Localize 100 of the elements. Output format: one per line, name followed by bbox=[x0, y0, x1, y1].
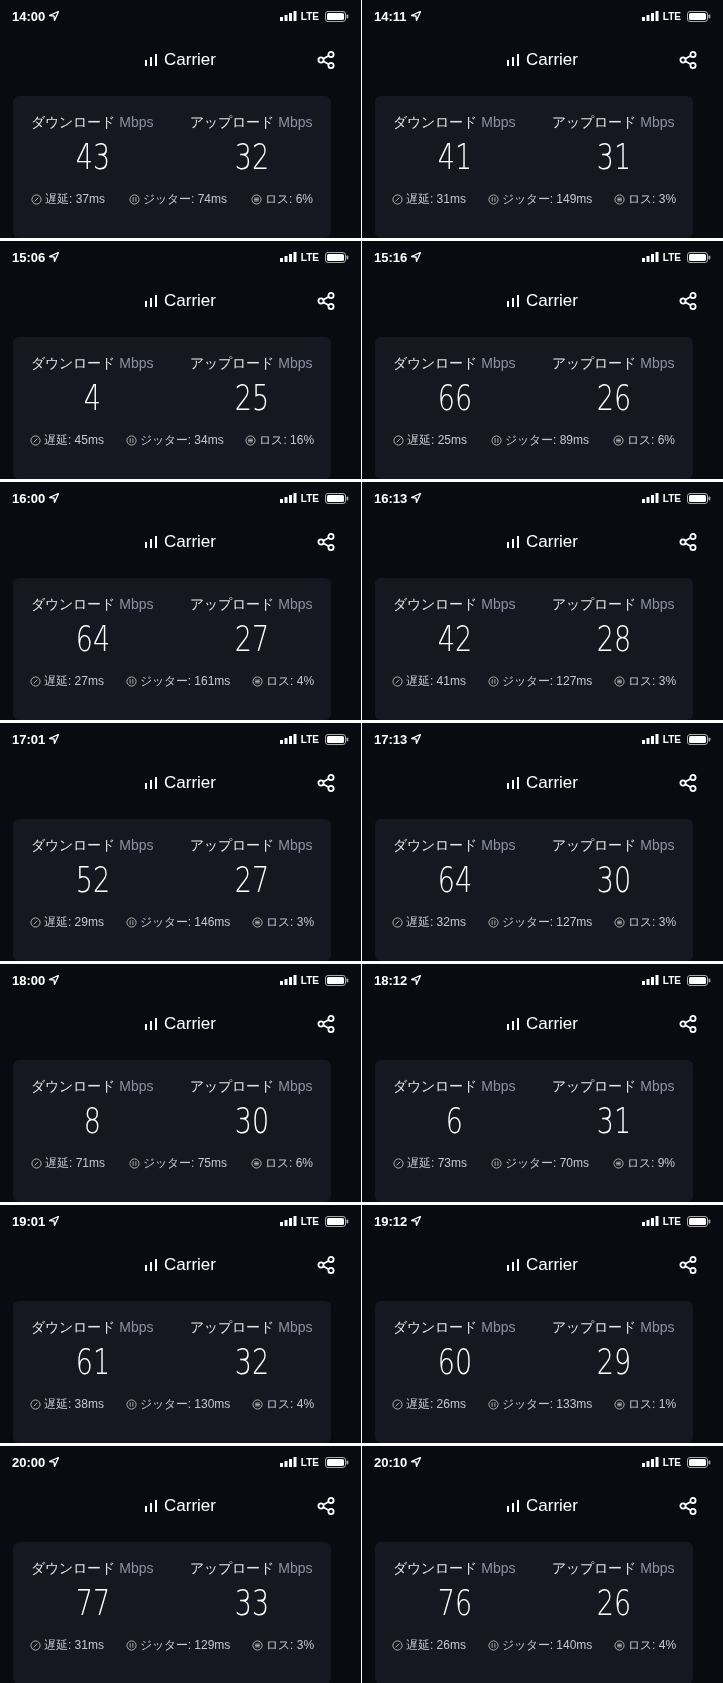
share-icon[interactable] bbox=[679, 292, 697, 310]
signal-bars-icon bbox=[507, 1500, 520, 1512]
network-type: LTE bbox=[662, 1456, 681, 1468]
jitter-value: ジッター: 75ms bbox=[143, 1155, 227, 1172]
status-time: 20:00 bbox=[12, 1454, 46, 1470]
loss-value: ロス: 16% bbox=[259, 432, 315, 449]
location-arrow-icon bbox=[411, 252, 422, 262]
share-icon[interactable] bbox=[679, 1015, 697, 1033]
share-icon[interactable] bbox=[317, 1015, 335, 1033]
latency-icon bbox=[393, 1158, 404, 1169]
download-label: ダウンロード Mbps bbox=[393, 837, 516, 855]
carrier-name: Carrier bbox=[526, 532, 578, 552]
upload-speed: 27 bbox=[234, 618, 269, 659]
download-speed: 76 bbox=[437, 1582, 472, 1623]
latency-value: 遅延: 73ms bbox=[407, 1155, 467, 1172]
status-time: 15:16 bbox=[374, 249, 408, 265]
location-arrow-icon bbox=[49, 493, 60, 503]
carrier-name: Carrier bbox=[526, 291, 578, 311]
carrier-name: Carrier bbox=[164, 1255, 216, 1275]
download-speed: 43 bbox=[75, 136, 110, 177]
loss-value: ロス: 3% bbox=[266, 1637, 315, 1654]
network-type: LTE bbox=[662, 251, 681, 263]
signal-bars-icon bbox=[145, 295, 158, 307]
battery-icon bbox=[325, 1456, 349, 1468]
share-icon[interactable] bbox=[317, 1497, 335, 1515]
share-icon[interactable] bbox=[679, 533, 697, 551]
share-icon[interactable] bbox=[317, 292, 335, 310]
network-type: LTE bbox=[662, 733, 681, 745]
download-speed: 66 bbox=[437, 377, 472, 418]
upload-label: アップロード Mbps bbox=[190, 837, 313, 855]
signal-icon bbox=[641, 1457, 659, 1467]
latency-icon bbox=[391, 676, 403, 687]
latency-value: 遅延: 27ms bbox=[43, 673, 104, 690]
jitter-icon bbox=[491, 435, 502, 446]
loss-icon bbox=[252, 917, 264, 928]
share-icon[interactable] bbox=[317, 533, 335, 551]
latency-icon bbox=[391, 1399, 403, 1410]
signal-bars-icon bbox=[145, 1500, 158, 1512]
upload-label: アップロード Mbps bbox=[190, 596, 313, 614]
share-icon[interactable] bbox=[679, 774, 697, 792]
signal-bars-icon bbox=[507, 295, 520, 307]
share-icon[interactable] bbox=[317, 51, 335, 69]
carrier-name: Carrier bbox=[164, 1014, 216, 1034]
upload-label: アップロード Mbps bbox=[552, 596, 675, 614]
download-speed: 52 bbox=[75, 859, 110, 900]
jitter-icon bbox=[125, 676, 137, 687]
jitter-value: ジッター: 74ms bbox=[143, 191, 227, 208]
share-icon[interactable] bbox=[679, 1256, 697, 1274]
signal-icon bbox=[279, 493, 297, 503]
battery-icon bbox=[687, 733, 711, 745]
latency-value: 遅延: 37ms bbox=[45, 191, 105, 208]
download-speed: 64 bbox=[75, 618, 110, 659]
signal-bars-icon bbox=[507, 1018, 520, 1030]
location-arrow-icon bbox=[411, 1457, 422, 1467]
signal-icon bbox=[279, 975, 297, 985]
latency-value: 遅延: 26ms bbox=[405, 1396, 466, 1413]
latency-value: 遅延: 25ms bbox=[407, 432, 467, 449]
upload-speed: 31 bbox=[596, 1100, 631, 1141]
latency-value: 遅延: 45ms bbox=[43, 432, 104, 449]
download-label: ダウンロード Mbps bbox=[393, 596, 516, 614]
loss-icon bbox=[613, 435, 624, 446]
location-arrow-icon bbox=[411, 1216, 422, 1226]
status-time: 17:01 bbox=[12, 731, 46, 747]
share-icon[interactable] bbox=[679, 1497, 697, 1515]
upload-label: アップロード Mbps bbox=[190, 355, 313, 373]
loss-value: ロス: 6% bbox=[627, 432, 675, 449]
signal-bars-icon bbox=[145, 777, 158, 789]
status-time: 19:01 bbox=[12, 1213, 46, 1229]
share-icon[interactable] bbox=[317, 1256, 335, 1274]
loss-icon bbox=[614, 194, 626, 205]
loss-value: ロス: 3% bbox=[628, 191, 677, 208]
upload-speed: 26 bbox=[596, 377, 631, 418]
download-label: ダウンロード Mbps bbox=[31, 837, 154, 855]
loss-value: ロス: 9% bbox=[627, 1155, 675, 1172]
share-icon[interactable] bbox=[317, 774, 335, 792]
jitter-value: ジッター: 34ms bbox=[139, 432, 224, 449]
status-time: 14:11 bbox=[374, 8, 407, 24]
upload-label: アップロード Mbps bbox=[190, 114, 313, 132]
signal-bars-icon bbox=[145, 1018, 158, 1030]
carrier-name: Carrier bbox=[164, 50, 216, 70]
carrier-name: Carrier bbox=[526, 773, 578, 793]
signal-icon bbox=[279, 11, 297, 21]
upload-label: アップロード Mbps bbox=[552, 114, 675, 132]
download-speed: 60 bbox=[437, 1341, 472, 1382]
latency-icon bbox=[29, 917, 41, 928]
share-icon[interactable] bbox=[679, 51, 697, 69]
upload-label: アップロード Mbps bbox=[190, 1319, 313, 1337]
network-type: LTE bbox=[300, 733, 319, 745]
carrier-name: Carrier bbox=[164, 291, 216, 311]
battery-icon bbox=[687, 251, 711, 263]
location-arrow-icon bbox=[411, 975, 422, 985]
network-type: LTE bbox=[662, 10, 681, 22]
loss-icon bbox=[252, 1640, 264, 1651]
loss-icon bbox=[614, 1640, 626, 1651]
jitter-value: ジッター: 133ms bbox=[501, 1396, 593, 1413]
upload-speed: 33 bbox=[234, 1582, 269, 1623]
download-label: ダウンロード Mbps bbox=[31, 1560, 154, 1578]
jitter-icon bbox=[487, 676, 499, 687]
upload-speed: 26 bbox=[596, 1582, 631, 1623]
carrier-name: Carrier bbox=[526, 1496, 578, 1516]
